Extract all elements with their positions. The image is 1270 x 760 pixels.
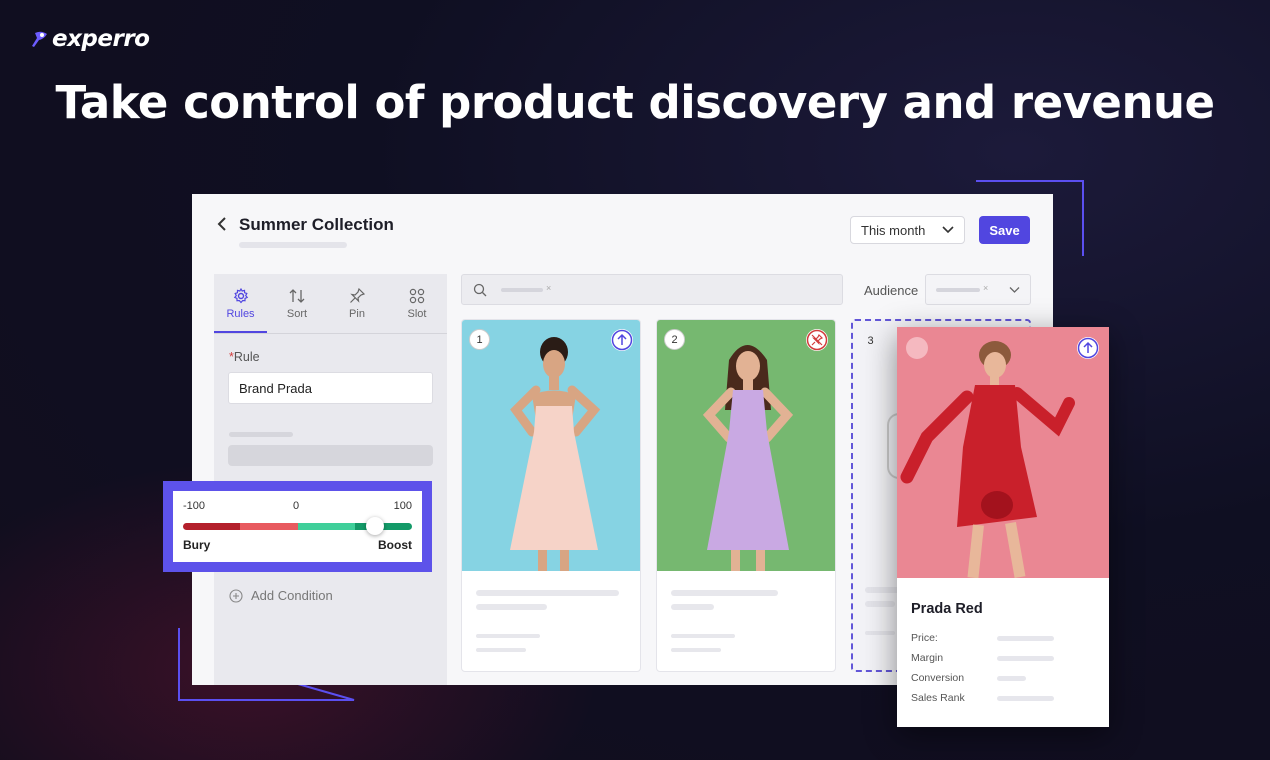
tab-slot-label: Slot [407,308,427,320]
slider-min-label: -100 [183,500,206,512]
search-chip-placeholder [501,288,543,292]
boost-up-icon[interactable] [1077,337,1099,359]
product-search-input[interactable]: × [461,274,843,305]
model-figure-image [900,341,1075,578]
bury-boost-slider[interactable]: -100 0 100 Bury Boost [173,491,422,562]
bury-label: Bury [183,538,211,552]
tab-pin[interactable]: Pin [327,274,387,333]
chip-remove-icon[interactable]: × [546,283,551,293]
meta-placeholder [865,631,895,635]
audience-chip-placeholder [936,288,980,292]
sort-arrows-icon [289,289,305,303]
rule-input[interactable]: Brand Prada [228,372,433,404]
rule-label-text: Rule [233,350,260,364]
rule-field-label: *Rule [229,350,260,364]
search-icon [473,283,487,297]
subtitle-placeholder [865,601,895,607]
meta-placeholder [671,648,721,652]
margin-value-placeholder [997,656,1054,661]
pin-icon [350,288,365,303]
model-figure-image [702,345,794,571]
sidebar-tabs: Rules Sort Pin Slot [214,274,447,334]
audience-select[interactable]: × [925,274,1031,305]
add-condition-button[interactable]: Add Condition [229,588,333,603]
add-condition-label: Add Condition [251,588,333,603]
gear-icon [233,288,248,304]
price-value-placeholder [997,636,1054,641]
subtitle-placeholder [239,242,347,248]
slider-track-segment [183,523,240,530]
sales-rank-label: Sales Rank [911,692,965,704]
product-card[interactable]: 1 [461,319,641,672]
slider-max-label: 100 [393,500,412,512]
conversion-label: Conversion [911,672,965,684]
slider-thumb[interactable] [366,517,385,535]
meta-placeholder [476,634,540,638]
conversion-value-placeholder [997,676,1026,681]
tab-pin-label: Pin [349,308,365,320]
experro-mark-icon [32,31,47,47]
title-placeholder [671,590,778,596]
period-select[interactable]: This month [850,216,965,244]
unpin-icon[interactable] [806,329,828,351]
price-label: Price: [911,632,938,644]
field-label-placeholder [229,432,293,437]
rank-badge: 2 [664,329,685,350]
brand-name: experro [52,26,150,52]
bury-boost-panel: -100 0 100 Bury Boost [163,481,432,572]
tab-sort[interactable]: Sort [267,274,327,333]
rank-badge [906,337,928,359]
field-input-placeholder [228,445,433,466]
meta-placeholder [476,648,526,652]
slider-track-segment [298,523,355,530]
subtitle-placeholder [671,604,714,610]
product-image [897,327,1109,578]
margin-label: Margin [911,652,944,664]
product-image [462,320,640,571]
chip-remove-icon[interactable]: × [983,283,988,293]
slider-mid-label: 0 [293,500,300,512]
tab-rules-label: Rules [226,308,255,320]
rank-badge: 1 [469,329,490,350]
product-card[interactable]: 2 [656,319,836,672]
plus-circle-icon [229,588,243,603]
period-value: This month [861,222,926,238]
collection-title: Summer Collection [239,215,394,234]
audience-label: Audience [864,283,919,298]
subtitle-placeholder [476,604,547,610]
grid-icon [409,288,425,304]
model-figure-image [510,337,601,571]
product-title: Prada Red [911,601,983,617]
tab-slot[interactable]: Slot [387,274,447,333]
rules-sidebar: Rules Sort Pin Slot *Rule Brand Prada Ad… [214,274,447,685]
boost-up-icon[interactable] [611,329,633,351]
save-button[interactable]: Save [979,216,1030,244]
boost-label: Boost [378,538,412,552]
product-detail-card[interactable]: Prada Red Price: Margin Conversion Sales… [897,327,1109,727]
meta-placeholder [671,634,735,638]
brand-logo: experro [28,26,150,52]
tab-sort-label: Sort [286,308,308,320]
chevron-down-icon [1009,287,1020,293]
slider-track-segment [240,523,298,530]
title-placeholder [476,590,619,596]
chevron-down-icon [942,226,954,234]
page-headline: Take control of product discovery and re… [55,76,1215,129]
rank-badge: 3 [867,334,874,347]
product-image [657,320,835,571]
back-arrow-icon[interactable] [216,216,230,232]
tab-rules[interactable]: Rules [214,274,267,333]
sales-rank-value-placeholder [997,696,1054,701]
